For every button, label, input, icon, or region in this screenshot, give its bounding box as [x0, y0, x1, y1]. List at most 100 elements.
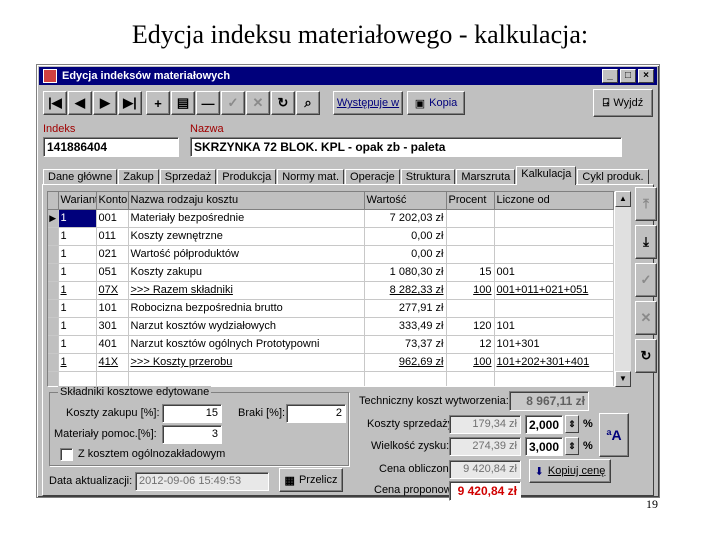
cell-liczone-od[interactable]: 101+202+301+401	[494, 353, 614, 372]
koszty-sprzedazy-pct-field[interactable]: 2,000	[525, 415, 563, 434]
cell-wariant[interactable]: 1	[58, 245, 97, 264]
table-row[interactable]: 1 07X >>> Razem składniki 8 282,33 zł 10…	[48, 281, 614, 300]
cell-nazwa[interactable]: Materiały bezpośrednie	[128, 209, 365, 228]
table-row[interactable]: 1 101 Robocizna bezpośrednia brutto 277,…	[48, 299, 614, 318]
cena-proponowana-field[interactable]: 9 420,84 zł	[449, 481, 521, 501]
column-header-nazwa[interactable]: Nazwa rodzaju kosztu	[128, 192, 365, 210]
cell-nazwa[interactable]: Koszty zakupu	[128, 263, 365, 282]
kopiuj-cene-button[interactable]: ⬇ Kopiuj cenę	[529, 459, 611, 483]
column-header-wartosc[interactable]: Wartość	[364, 192, 447, 210]
last-record-button[interactable]: ▶|	[118, 91, 142, 115]
column-header-procent[interactable]: Procent	[446, 192, 495, 210]
cell-procent[interactable]	[446, 245, 495, 264]
nazwa-field[interactable]: SKRZYNKA 72 BLOK. KPL - opak zb - paleta	[190, 137, 622, 157]
overhead-checkbox[interactable]	[60, 448, 73, 461]
add-record-button[interactable]: +	[146, 91, 170, 115]
table-row[interactable]: 1 301 Narzut kosztów wydziałowych 333,49…	[48, 317, 614, 336]
koszty-sprzedazy-spin[interactable]: ⇕	[565, 415, 579, 433]
cell-procent[interactable]	[446, 227, 495, 246]
cell-procent[interactable]	[446, 209, 495, 228]
next-record-button[interactable]: ▶	[93, 91, 117, 115]
table-row[interactable]: ▶ 1 001 Materiały bezpośrednie 7 202,03 …	[48, 209, 614, 228]
confirm-button[interactable]: ✓	[221, 91, 245, 115]
tab-operacje[interactable]: Operacje	[345, 169, 400, 185]
cell-liczone-od[interactable]: 001+011+021+051	[494, 281, 614, 300]
cell-nazwa[interactable]: >>> Razem składniki	[128, 281, 365, 300]
tab-sprzedaz[interactable]: Sprzedaż	[159, 169, 217, 185]
find-button[interactable]: ⌕	[296, 91, 320, 115]
cell-procent[interactable]: 100	[446, 353, 495, 372]
cell-liczone-od[interactable]: 001	[494, 263, 614, 282]
cell-wartosc[interactable]: 333,49 zł	[364, 317, 447, 336]
cell-wartosc[interactable]	[364, 371, 447, 386]
refresh-button[interactable]: ↻	[271, 91, 295, 115]
column-header-liczone-od[interactable]: Liczone od	[494, 192, 614, 210]
cell-wartosc[interactable]: 7 202,03 zł	[364, 209, 447, 228]
grid-last-button[interactable]: ⤓	[635, 225, 657, 259]
delete-record-button[interactable]: —	[196, 91, 220, 115]
recalculate-percent-button[interactable]: ªA	[599, 413, 629, 457]
grid-confirm-button[interactable]: ✓	[635, 263, 657, 297]
wielkosc-zysku-pct-field[interactable]: 3,000	[525, 437, 563, 456]
cell-liczone-od[interactable]: 101	[494, 317, 614, 336]
cell-liczone-od[interactable]	[494, 245, 614, 264]
kopia-button[interactable]: ▣ Kopia	[407, 91, 465, 115]
column-header-wariant[interactable]: Wariant	[58, 192, 97, 210]
cell-konto[interactable]: 011	[96, 227, 129, 246]
przelicz-button[interactable]: ▦ Przelicz	[279, 468, 343, 492]
table-row[interactable]: 1 011 Koszty zewnętrzne 0,00 zł	[48, 227, 614, 246]
table-row[interactable]	[48, 371, 614, 386]
previous-record-button[interactable]: ◀	[68, 91, 92, 115]
cell-wartosc[interactable]: 73,37 zł	[364, 335, 447, 354]
cell-procent[interactable]: 12	[446, 335, 495, 354]
cell-konto[interactable]: 101	[96, 299, 129, 318]
cell-wartosc[interactable]: 0,00 zł	[364, 227, 447, 246]
cell-wartosc[interactable]: 8 282,33 zł	[364, 281, 447, 300]
grid-refresh-button[interactable]: ↻	[635, 339, 657, 373]
cell-wariant[interactable]	[58, 371, 97, 386]
cell-nazwa[interactable]: Robocizna bezpośrednia brutto	[128, 299, 365, 318]
cell-nazwa[interactable]: Narzut kosztów ogólnych Prototypowni	[128, 335, 365, 354]
tab-zakup[interactable]: Zakup	[118, 169, 159, 185]
cell-procent[interactable]: 120	[446, 317, 495, 336]
braki-field[interactable]: 2	[286, 404, 346, 423]
tab-normy-mat[interactable]: Normy mat.	[277, 169, 345, 185]
cell-liczone-od[interactable]: 101+301	[494, 335, 614, 354]
tab-marszruta[interactable]: Marszruta	[456, 169, 516, 185]
scroll-down-button[interactable]: ▼	[615, 371, 631, 387]
grid-cancel-button[interactable]: ✕	[635, 301, 657, 335]
cell-konto[interactable]: 051	[96, 263, 129, 282]
cell-nazwa[interactable]: Koszty zewnętrzne	[128, 227, 365, 246]
close-button[interactable]: ×	[638, 69, 654, 83]
cell-wartosc[interactable]: 1 080,30 zł	[364, 263, 447, 282]
cell-konto[interactable]: 301	[96, 317, 129, 336]
table-row[interactable]: 1 41X >>> Koszty przerobu 962,69 zł 100 …	[48, 353, 614, 372]
cell-wariant[interactable]: 1	[58, 299, 97, 318]
grid-scrollbar[interactable]: ▲ ▼	[615, 191, 631, 387]
column-header-konto[interactable]: Konto	[96, 192, 129, 210]
table-row[interactable]: 1 401 Narzut kosztów ogólnych Prototypow…	[48, 335, 614, 354]
table-row[interactable]: 1 021 Wartość półproduktów 0,00 zł	[48, 245, 614, 264]
cell-wariant[interactable]: 1	[58, 263, 97, 282]
cell-konto[interactable]: 001	[96, 209, 129, 228]
scroll-up-button[interactable]: ▲	[615, 191, 631, 207]
indeks-field[interactable]: 141886404	[43, 137, 179, 157]
cell-konto[interactable]: 41X	[96, 353, 129, 372]
wielkosc-zysku-spin[interactable]: ⇕	[565, 437, 579, 455]
grid-first-button[interactable]: ⤒	[635, 187, 657, 221]
cell-liczone-od[interactable]	[494, 299, 614, 318]
cell-procent[interactable]	[446, 299, 495, 318]
cell-wartosc[interactable]: 962,69 zł	[364, 353, 447, 372]
copy-record-button[interactable]: ▤	[171, 91, 195, 115]
cancel-button[interactable]: ✕	[246, 91, 270, 115]
cell-procent[interactable]: 100	[446, 281, 495, 300]
cell-wariant[interactable]: 1	[58, 335, 97, 354]
cell-konto[interactable]: 021	[96, 245, 129, 264]
cell-liczone-od[interactable]	[494, 371, 614, 386]
first-record-button[interactable]: |◀	[43, 91, 67, 115]
tab-struktura[interactable]: Struktura	[400, 169, 456, 185]
cell-procent[interactable]: 15	[446, 263, 495, 282]
cell-wariant[interactable]: 1	[58, 281, 97, 300]
cell-wariant[interactable]: 1	[58, 353, 97, 372]
cost-grid[interactable]: Wariant Konto Nazwa rodzaju kosztu Warto…	[47, 191, 615, 387]
